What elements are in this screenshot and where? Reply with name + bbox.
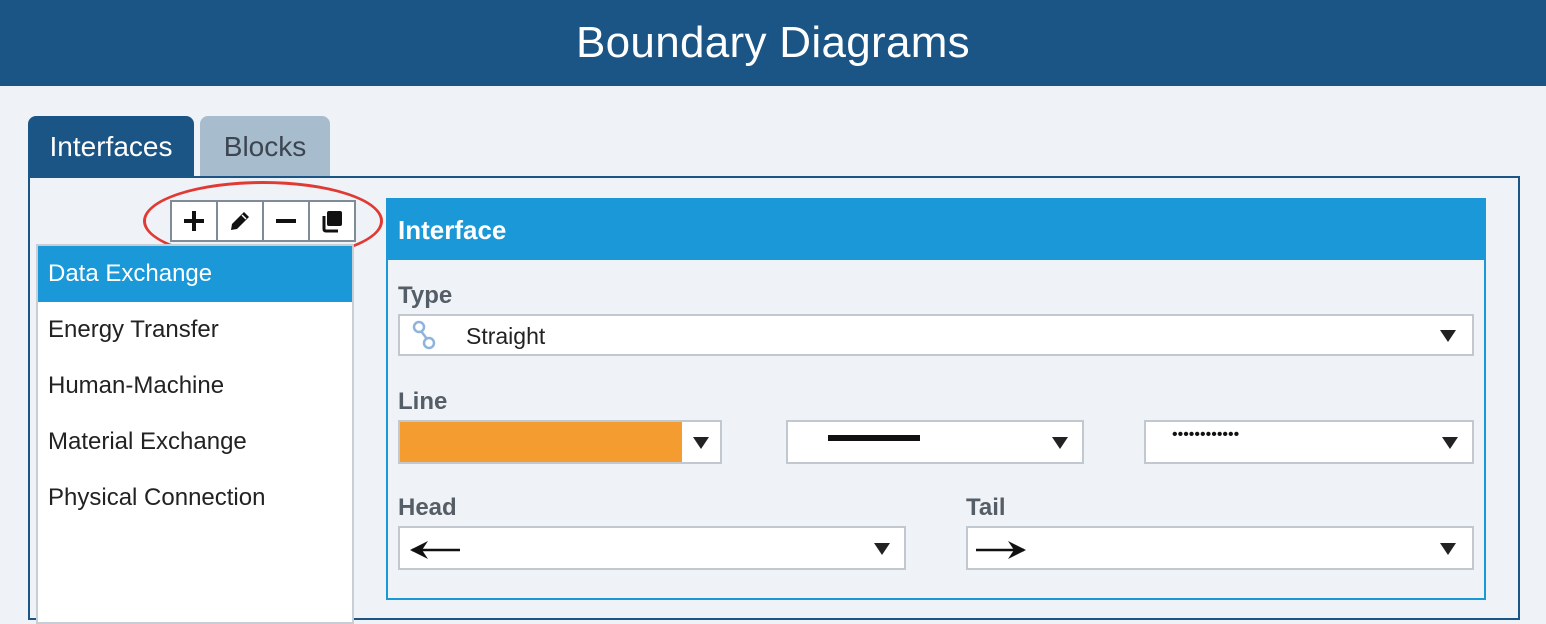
- chevron-down-icon: [874, 543, 890, 555]
- list-item[interactable]: Human-Machine: [38, 358, 352, 414]
- interface-header: Interface: [388, 200, 1484, 260]
- remove-button[interactable]: [264, 202, 310, 240]
- line-width-select[interactable]: [786, 420, 1084, 464]
- line-color-select[interactable]: [398, 420, 722, 464]
- copy-icon: [322, 211, 342, 233]
- type-select[interactable]: Straight: [398, 314, 1474, 356]
- tab-blocks[interactable]: Blocks: [200, 116, 330, 178]
- line-style-value: ••••••••••••: [1172, 426, 1240, 443]
- tab-blocks-label: Blocks: [223, 131, 307, 162]
- line-label: Line: [398, 388, 448, 415]
- connector-icon: [412, 320, 436, 350]
- page-title: Boundary Diagrams: [576, 18, 970, 67]
- list-item[interactable]: Physical Connection: [38, 470, 352, 526]
- chevron-down-icon: [1442, 437, 1458, 449]
- chevron-down-icon: [1440, 330, 1456, 342]
- edit-button[interactable]: [218, 202, 264, 240]
- tab-interfaces[interactable]: Interfaces: [28, 116, 194, 178]
- list-toolbar: [170, 200, 356, 242]
- tail-label: Tail: [966, 494, 1006, 521]
- arrow-right-icon: [976, 541, 1026, 559]
- list-item[interactable]: Material Exchange: [38, 414, 352, 470]
- list-item[interactable]: Energy Transfer: [38, 302, 352, 358]
- pencil-icon: [231, 212, 249, 230]
- interface-title: Interface: [398, 214, 507, 245]
- head-label: Head: [398, 494, 457, 521]
- minus-icon: [276, 219, 296, 223]
- chevron-down-icon: [1052, 437, 1068, 449]
- chevron-down-icon: [693, 437, 709, 449]
- interface-details: Interface Type Straight Line •••••••••••…: [386, 198, 1486, 600]
- interface-list: Data Exchange Energy Transfer Human-Mach…: [36, 244, 354, 624]
- chevron-down-icon: [1440, 543, 1456, 555]
- type-value: Straight: [466, 323, 546, 349]
- arrow-left-icon: [410, 541, 460, 559]
- line-style-select[interactable]: ••••••••••••: [1144, 420, 1474, 464]
- app-header: Boundary Diagrams: [0, 0, 1546, 86]
- head-select[interactable]: [398, 526, 906, 570]
- list-item[interactable]: Data Exchange: [38, 246, 352, 302]
- solid-line-icon: [828, 435, 920, 441]
- tail-select[interactable]: [966, 526, 1474, 570]
- tab-interfaces-label: Interfaces: [49, 131, 173, 162]
- duplicate-button[interactable]: [310, 202, 354, 240]
- line-color-swatch: [400, 422, 682, 462]
- plus-icon: [184, 211, 204, 231]
- add-button[interactable]: [172, 202, 218, 240]
- type-label: Type: [398, 282, 453, 309]
